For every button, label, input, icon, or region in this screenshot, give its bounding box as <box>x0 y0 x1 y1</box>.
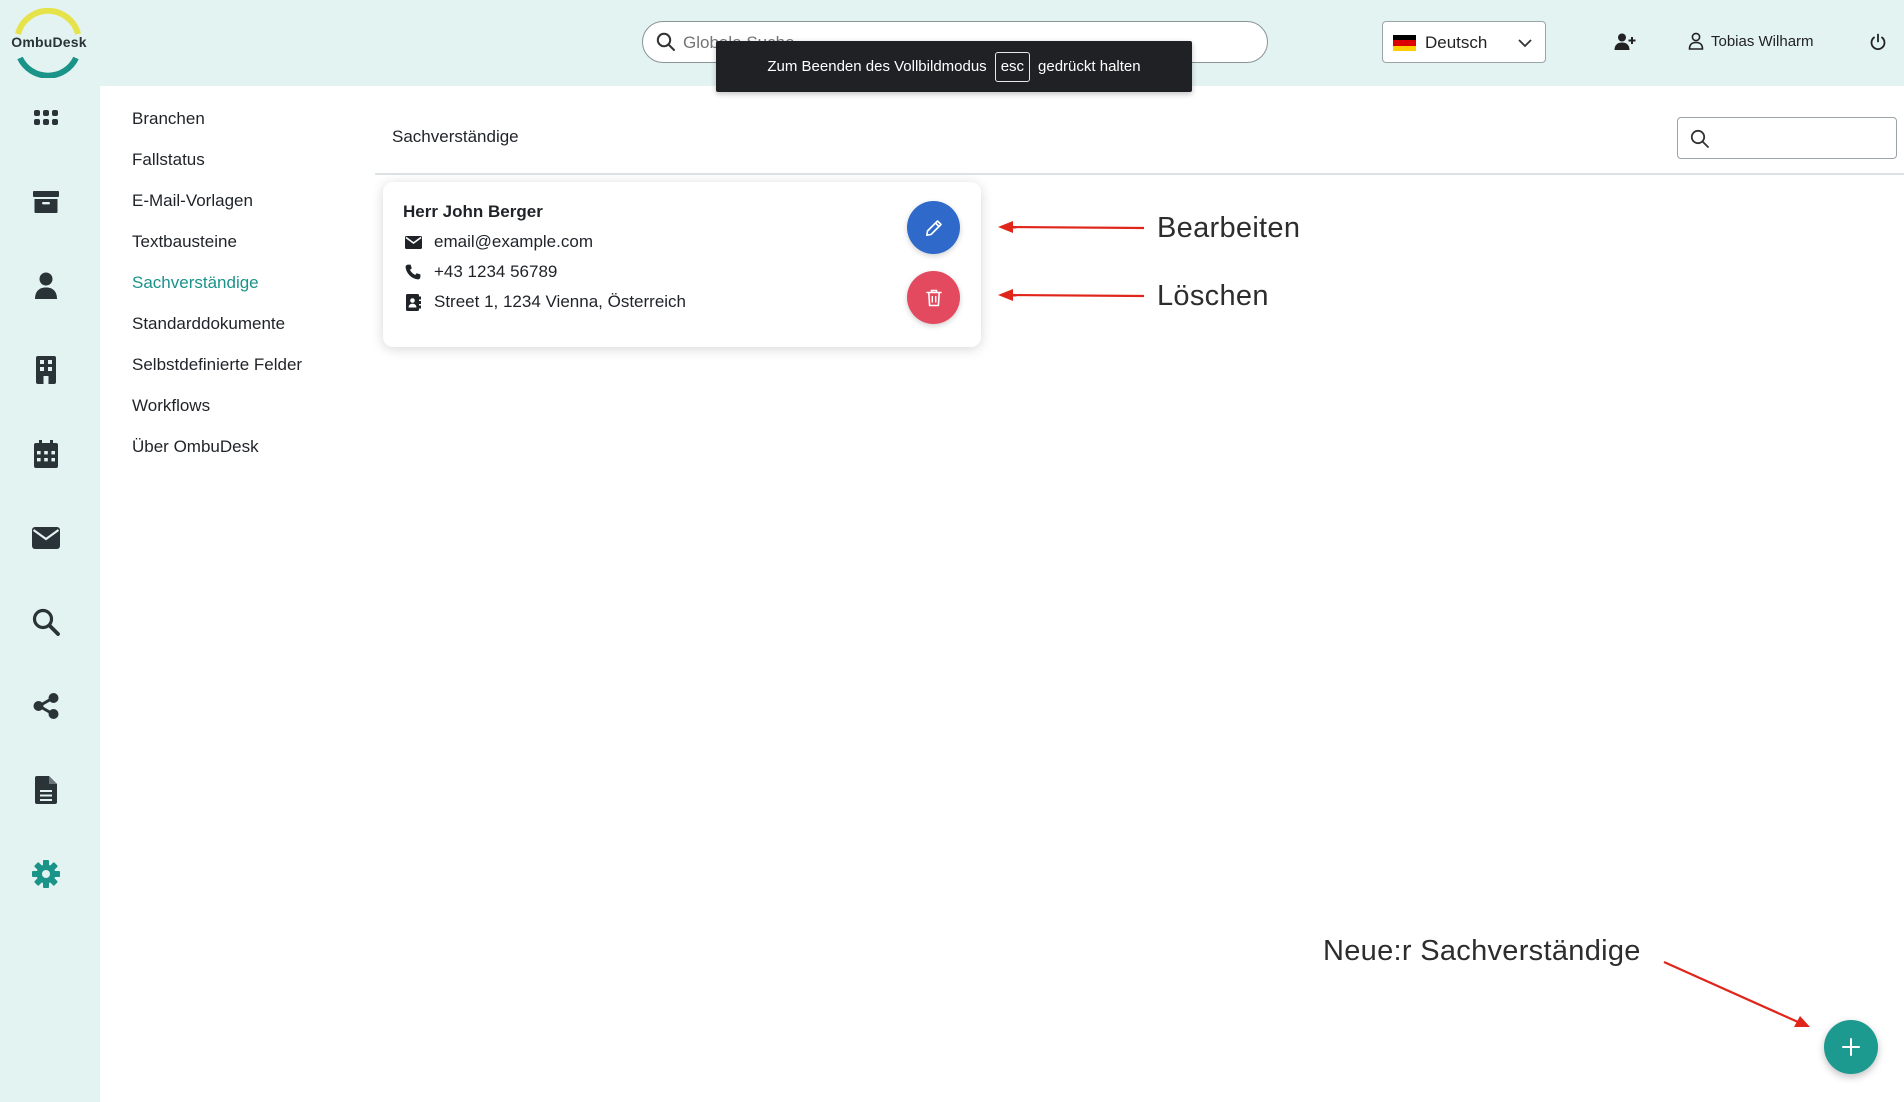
arrow-to-fab <box>1663 960 1799 1024</box>
menu-item-workflows[interactable]: Workflows <box>132 393 362 434</box>
expert-address-row: Street 1, 1234 Vienna, Österreich <box>404 292 686 312</box>
gear-icon <box>32 860 60 888</box>
user-name: Tobias Wilharm <box>1711 32 1814 50</box>
rail-documents[interactable] <box>26 770 66 810</box>
page-title: Sachverständige <box>392 127 519 146</box>
expert-card: Herr John Berger email@example.com +43 1… <box>383 182 981 347</box>
power-icon <box>1870 33 1886 51</box>
icon-rail <box>0 86 100 1102</box>
fullscreen-toast: Zum Beenden des Vollbildmodus esc gedrüc… <box>716 41 1192 92</box>
archive-icon <box>33 191 59 213</box>
add-expert-button[interactable] <box>1824 1020 1878 1074</box>
experts-search-box[interactable] <box>1677 117 1897 159</box>
address-book-icon <box>404 293 422 311</box>
menu-item-branchen[interactable]: Branchen <box>132 106 362 147</box>
grid-icon <box>34 110 58 125</box>
add-user-button[interactable] <box>1614 32 1636 57</box>
experts-search-input[interactable] <box>1718 126 1888 152</box>
phone-icon <box>404 264 422 280</box>
pencil-icon <box>925 219 942 236</box>
person-icon <box>35 272 57 299</box>
rail-persons[interactable] <box>26 266 66 306</box>
user-menu[interactable]: Tobias Wilharm <box>1688 32 1814 50</box>
expert-name: Herr John Berger <box>403 202 543 221</box>
menu-item-experts[interactable]: Sachverständige <box>132 270 362 311</box>
annotation-delete: Löschen <box>1157 280 1269 312</box>
edit-expert-button[interactable] <box>907 201 960 254</box>
rail-search[interactable] <box>26 602 66 642</box>
search-icon <box>32 608 60 636</box>
user-icon <box>1688 32 1704 50</box>
expert-phone: +43 1234 56789 <box>434 262 558 281</box>
logout-button[interactable] <box>1869 33 1887 56</box>
esc-key-badge: esc <box>994 51 1031 82</box>
rail-dashboard[interactable] <box>26 98 66 138</box>
fullscreen-toast-text-before: Zum Beenden des Vollbildmodus <box>767 58 987 75</box>
settings-menu: Branchen Fallstatus E-Mail-Vorlagen Text… <box>132 106 362 475</box>
rail-archive[interactable] <box>26 182 66 222</box>
add-user-icon <box>1614 33 1636 50</box>
expert-email-row: email@example.com <box>404 232 593 252</box>
language-label: Deutsch <box>1425 33 1488 52</box>
chevron-down-icon <box>1518 39 1532 48</box>
rail-settings[interactable] <box>26 854 66 894</box>
envelope-icon <box>404 235 422 249</box>
header-divider <box>375 173 1904 175</box>
expert-email: email@example.com <box>434 232 593 251</box>
top-bar: OmbuDesk Zum Beenden des Vollbildmodus e… <box>0 0 1904 92</box>
rail-calendar[interactable] <box>26 434 66 474</box>
menu-item-fallstatus[interactable]: Fallstatus <box>132 147 362 188</box>
calendar-icon <box>34 440 58 468</box>
logo-text: OmbuDesk <box>11 34 87 50</box>
expert-phone-row: +43 1234 56789 <box>404 262 557 282</box>
annotation-new-expert: Neue:r Sachverständige <box>1323 935 1641 967</box>
search-icon <box>656 32 675 51</box>
expert-address: Street 1, 1234 Vienna, Österreich <box>434 292 687 311</box>
share-icon <box>33 693 59 719</box>
flag-de-icon <box>1393 35 1416 51</box>
menu-item-text-modules[interactable]: Textbausteine <box>132 229 362 270</box>
search-icon <box>1690 129 1709 148</box>
trash-icon <box>925 289 942 306</box>
menu-item-about[interactable]: Über OmbuDesk <box>132 434 362 475</box>
menu-item-standard-documents[interactable]: Standarddokumente <box>132 311 362 352</box>
ombudesk-logo[interactable]: OmbuDesk <box>0 8 96 78</box>
menu-item-custom-fields[interactable]: Selbstdefinierte Felder <box>132 352 362 393</box>
plus-icon <box>1842 1038 1860 1056</box>
app-root: OmbuDesk Zum Beenden des Vollbildmodus e… <box>0 0 1904 1102</box>
building-icon <box>36 356 56 384</box>
arrow-to-delete <box>1009 293 1145 298</box>
mail-icon <box>32 527 60 549</box>
document-icon <box>35 776 57 804</box>
fullscreen-toast-text-after: gedrückt halten <box>1038 58 1141 75</box>
language-select[interactable]: Deutsch <box>1382 21 1546 63</box>
menu-item-email-templates[interactable]: E-Mail-Vorlagen <box>132 188 362 229</box>
delete-expert-button[interactable] <box>907 271 960 324</box>
rail-mail[interactable] <box>26 518 66 558</box>
rail-share[interactable] <box>26 686 66 726</box>
rail-organisations[interactable] <box>26 350 66 390</box>
arrow-to-edit <box>1009 225 1145 230</box>
annotation-edit: Bearbeiten <box>1157 212 1301 244</box>
